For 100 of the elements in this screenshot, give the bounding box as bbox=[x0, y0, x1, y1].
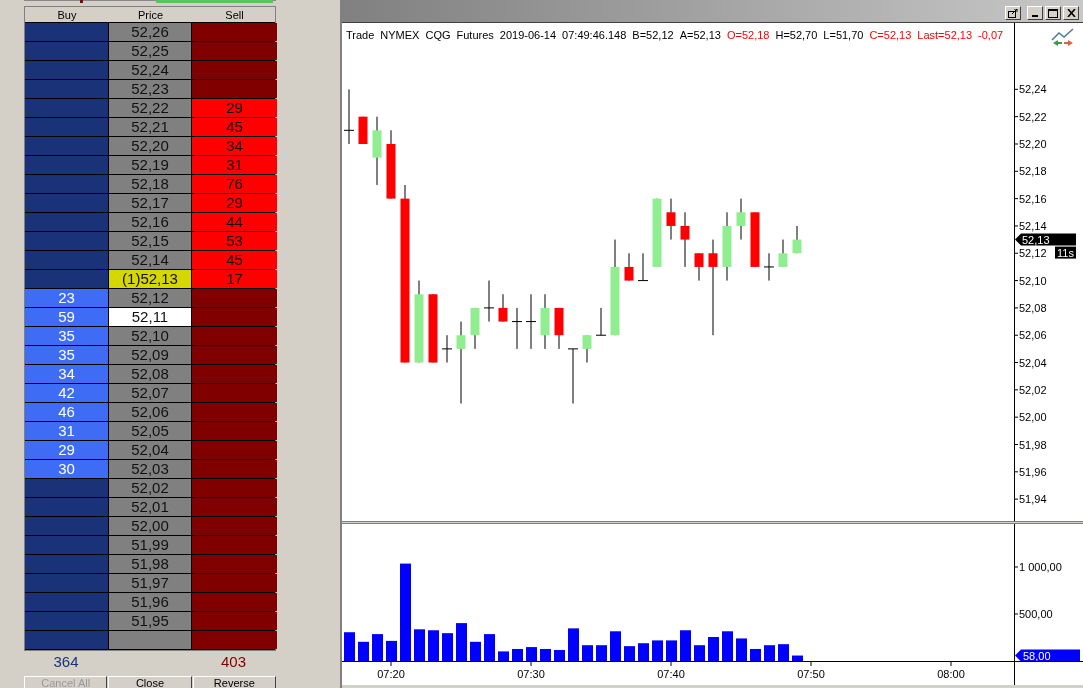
candlestick bbox=[567, 348, 579, 404]
buy-cell[interactable] bbox=[25, 156, 109, 174]
close-icon[interactable] bbox=[1063, 6, 1079, 20]
buy-cell[interactable]: 30 bbox=[25, 460, 109, 478]
sell-cell[interactable] bbox=[192, 365, 277, 383]
sell-cell[interactable] bbox=[192, 593, 277, 611]
buy-cell[interactable] bbox=[25, 80, 109, 98]
sell-cell[interactable] bbox=[192, 517, 277, 535]
sell-cell[interactable]: 45 bbox=[192, 118, 277, 136]
sell-cell[interactable] bbox=[192, 498, 277, 516]
buy-cell[interactable] bbox=[25, 555, 109, 573]
action-button[interactable]: Close bbox=[108, 676, 192, 688]
buy-cell[interactable]: 35 bbox=[25, 346, 109, 364]
sell-cell[interactable]: 45 bbox=[192, 251, 277, 269]
sell-cell[interactable] bbox=[192, 403, 277, 421]
buy-cell[interactable] bbox=[25, 194, 109, 212]
sell-cell[interactable] bbox=[192, 612, 277, 630]
sell-cell[interactable] bbox=[192, 460, 277, 478]
candlestick bbox=[498, 293, 508, 323]
sell-cell[interactable] bbox=[192, 42, 277, 60]
legend-item: O=52,18 bbox=[726, 27, 770, 43]
sell-cell[interactable] bbox=[192, 555, 277, 573]
buy-cell[interactable]: 46 bbox=[25, 403, 109, 421]
buy-cell[interactable]: 23 bbox=[25, 289, 109, 307]
buy-cell[interactable] bbox=[25, 498, 109, 516]
price-cell: 52,17 bbox=[109, 194, 192, 212]
buy-cell[interactable] bbox=[25, 251, 109, 269]
price-cell: 52,10 bbox=[109, 327, 192, 345]
sell-cell[interactable] bbox=[192, 61, 277, 79]
volume-bar bbox=[372, 634, 383, 661]
maximize-icon[interactable] bbox=[1045, 6, 1061, 20]
sell-cell[interactable] bbox=[192, 80, 277, 98]
axis-label: 52,14 bbox=[1019, 219, 1047, 232]
sell-cell[interactable] bbox=[192, 631, 277, 649]
sell-cell[interactable] bbox=[192, 327, 277, 345]
candlestick bbox=[386, 129, 396, 200]
sell-cell[interactable] bbox=[192, 346, 277, 364]
legend-item: L=51,70 bbox=[823, 27, 864, 43]
buy-cell[interactable]: 59 bbox=[25, 308, 109, 326]
sell-cell[interactable]: 34 bbox=[192, 137, 277, 155]
sell-cell[interactable] bbox=[192, 23, 277, 41]
buy-cell[interactable] bbox=[25, 631, 109, 649]
sell-cell[interactable] bbox=[192, 479, 277, 497]
sell-cell[interactable]: 29 bbox=[192, 194, 277, 212]
sell-cell[interactable]: 53 bbox=[192, 232, 277, 250]
sell-cell[interactable] bbox=[192, 422, 277, 440]
buy-cell[interactable] bbox=[25, 270, 109, 288]
buy-cell[interactable] bbox=[25, 479, 109, 497]
sell-cell[interactable]: 76 bbox=[192, 175, 277, 193]
buy-cell[interactable] bbox=[25, 232, 109, 250]
buy-cell[interactable]: 29 bbox=[25, 441, 109, 459]
timer-tag: 11s bbox=[1055, 246, 1076, 259]
buy-cell[interactable] bbox=[25, 517, 109, 535]
sell-cell[interactable] bbox=[192, 308, 277, 326]
volume-bar bbox=[498, 651, 509, 661]
buy-cell[interactable] bbox=[25, 137, 109, 155]
sell-cell[interactable]: 29 bbox=[192, 99, 277, 117]
sell-cell[interactable] bbox=[192, 384, 277, 402]
volume-bar bbox=[624, 646, 635, 661]
sell-cell[interactable]: 17 bbox=[192, 270, 277, 288]
buy-cell[interactable] bbox=[25, 213, 109, 231]
price-cell: 52,16 bbox=[109, 213, 192, 231]
sell-cell[interactable] bbox=[192, 289, 277, 307]
sell-cell[interactable]: 44 bbox=[192, 213, 277, 231]
sell-cell[interactable] bbox=[192, 536, 277, 554]
legend-item: Trade bbox=[346, 27, 375, 43]
legend-item: C=52,13 bbox=[869, 27, 912, 43]
action-button[interactable]: Reverse bbox=[192, 676, 276, 688]
buy-cell[interactable]: 35 bbox=[25, 327, 109, 345]
buy-cell[interactable] bbox=[25, 574, 109, 592]
candlestick bbox=[652, 198, 662, 268]
volume-bar bbox=[442, 633, 453, 661]
buy-cell[interactable] bbox=[25, 612, 109, 630]
candlestick bbox=[750, 211, 760, 268]
buy-cell[interactable] bbox=[25, 42, 109, 60]
buy-cell[interactable] bbox=[25, 23, 109, 41]
buy-cell[interactable] bbox=[25, 175, 109, 193]
sell-cell[interactable]: 31 bbox=[192, 156, 277, 174]
buy-cell[interactable] bbox=[25, 118, 109, 136]
buy-cell[interactable]: 34 bbox=[25, 365, 109, 383]
axis-label: 52,16 bbox=[1019, 192, 1047, 205]
detach-icon[interactable] bbox=[1005, 6, 1021, 20]
volume-bar bbox=[764, 645, 775, 661]
axis-label: 52,20 bbox=[1019, 138, 1047, 150]
buy-cell[interactable] bbox=[25, 536, 109, 554]
column-header: Sell bbox=[224, 8, 245, 23]
buy-cell[interactable]: 42 bbox=[25, 384, 109, 402]
column-header: Buy bbox=[56, 8, 78, 23]
price-cell: 52,08 bbox=[109, 365, 192, 383]
sell-cell[interactable] bbox=[192, 441, 277, 459]
volume-bar bbox=[750, 648, 761, 661]
volume-bar bbox=[386, 640, 397, 661]
buy-cell[interactable] bbox=[25, 61, 109, 79]
minimize-icon[interactable] bbox=[1027, 6, 1043, 20]
axis-label: 52,02 bbox=[1019, 383, 1047, 396]
buy-cell[interactable]: 31 bbox=[25, 422, 109, 440]
buy-cell[interactable] bbox=[25, 593, 109, 611]
buy-cell[interactable] bbox=[25, 99, 109, 117]
price-cell: 52,18 bbox=[109, 175, 192, 193]
sell-cell[interactable] bbox=[192, 574, 277, 592]
